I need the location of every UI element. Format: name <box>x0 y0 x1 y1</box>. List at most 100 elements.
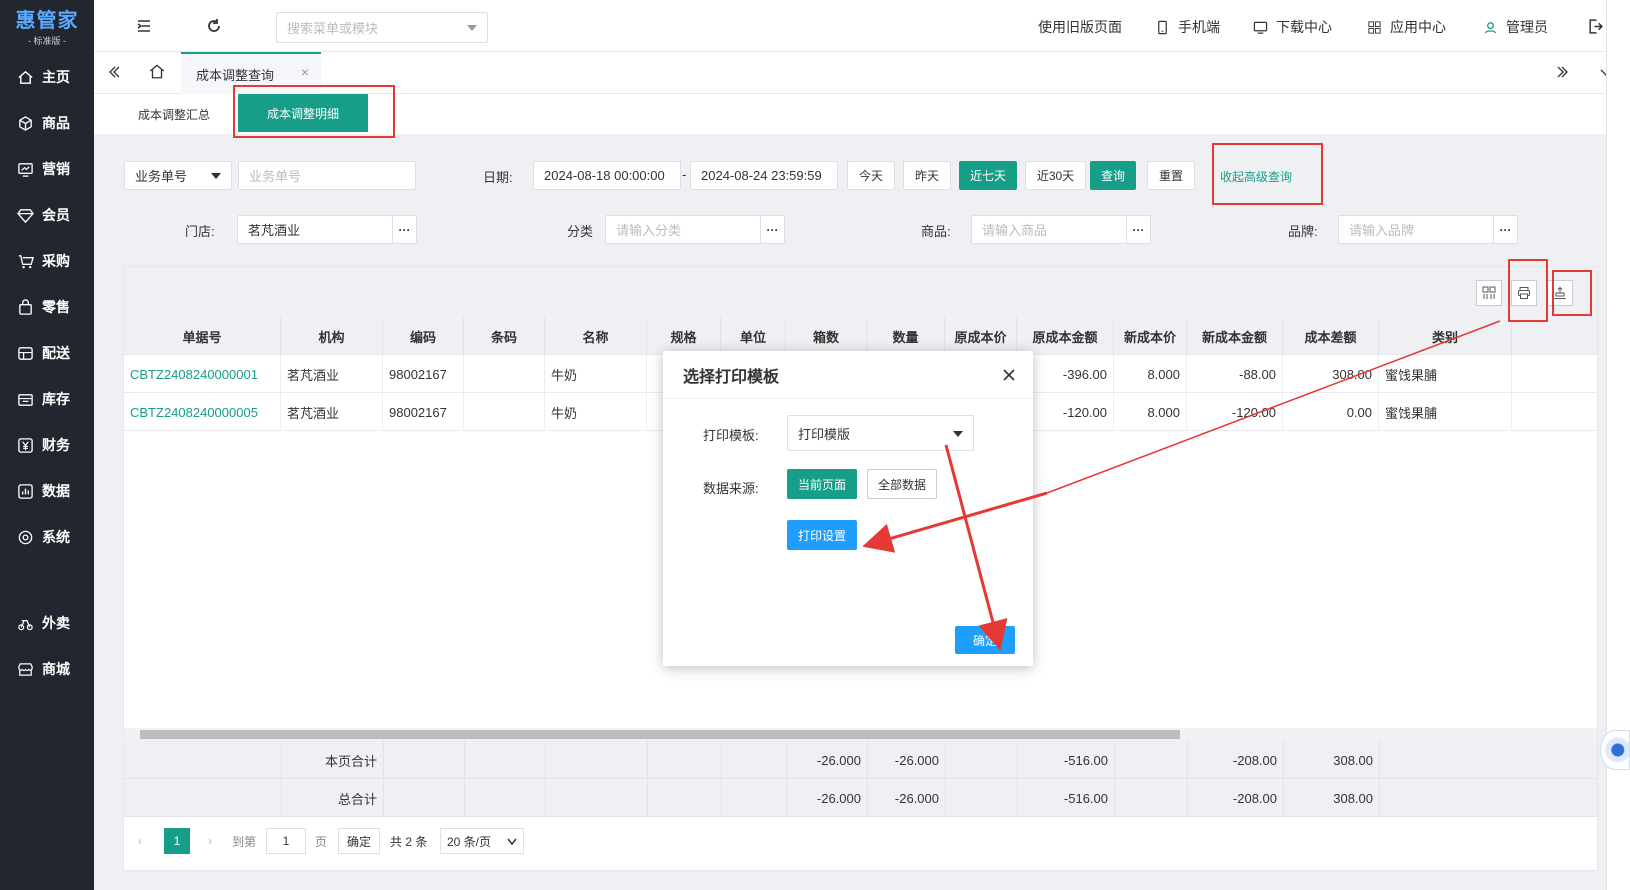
product-input[interactable]: 请输入商品 ··· <box>971 215 1151 244</box>
home-tab-icon[interactable] <box>148 62 166 80</box>
horizontal-scrollbar[interactable] <box>124 728 1597 741</box>
close-icon[interactable]: × <box>301 64 309 80</box>
sidebar-item-8[interactable]: 财务 <box>0 425 94 465</box>
print-settings-button[interactable]: 打印设置 <box>787 520 857 550</box>
annotation-box-collapse <box>1212 143 1323 205</box>
summary-cell: -26.000 <box>816 790 861 806</box>
column-header-0[interactable]: 单据号 <box>124 317 281 355</box>
tab-label: 成本调整查询 <box>196 67 275 83</box>
mobile-label: 手机端 <box>1178 19 1220 35</box>
column-header-1[interactable]: 机构 <box>281 317 383 355</box>
category-input[interactable]: 请输入分类 ··· <box>605 215 785 244</box>
reset-label: 重置 <box>1158 169 1183 183</box>
page-size-select[interactable]: 20 条/页 <box>440 828 524 854</box>
yesterday-button[interactable]: 昨天 <box>903 161 951 190</box>
last-7-days-button[interactable]: 近七天 <box>959 161 1017 190</box>
template-select[interactable]: 打印模版 <box>787 415 974 451</box>
last-30-days-button[interactable]: 近30天 <box>1025 161 1086 190</box>
column-header-10[interactable]: 原成本金额 <box>1017 317 1114 355</box>
double-chevron-right-icon[interactable] <box>1555 64 1571 80</box>
column-header-5[interactable]: 规格 <box>647 317 721 355</box>
more-icon[interactable]: ··· <box>1493 216 1517 243</box>
menu-toggle-icon[interactable] <box>134 16 154 36</box>
more-icon[interactable]: ··· <box>1126 216 1150 243</box>
more-icon[interactable]: ··· <box>760 216 784 243</box>
source-all-data-button[interactable]: 全部数据 <box>867 469 937 499</box>
table-cell <box>464 355 545 393</box>
table-cell: 牛奶 <box>545 393 647 431</box>
app-center-link[interactable]: 应用中心 <box>1367 17 1446 37</box>
assistant-bubble-icon[interactable] <box>1600 730 1630 770</box>
warehouse-icon <box>18 393 33 406</box>
column-header-7[interactable]: 箱数 <box>786 317 867 355</box>
app-logo[interactable]: 惠管家 - 标准版 - <box>0 0 94 50</box>
source-current-page-button[interactable]: 当前页面 <box>787 469 857 499</box>
column-header-14[interactable]: 类别 <box>1379 317 1512 355</box>
sidebar-item-5[interactable]: 零售 <box>0 287 94 327</box>
sidebar-item-4[interactable]: 采购 <box>0 241 94 281</box>
column-header-13[interactable]: 成本差额 <box>1283 317 1379 355</box>
doc-number-link[interactable]: CBTZ2408240000001 <box>124 355 281 393</box>
goto-label: 到第 <box>232 834 257 849</box>
table-cell: 308.00 <box>1283 355 1379 393</box>
logout-icon[interactable] <box>1587 18 1604 35</box>
chart-icon <box>18 162 33 177</box>
scrollbar-thumb[interactable] <box>140 730 1180 739</box>
sidebar-item-12[interactable]: 商城 <box>0 649 94 689</box>
sidebar-item-1[interactable]: 商品 <box>0 103 94 143</box>
mobile-link[interactable]: 手机端 <box>1155 17 1220 37</box>
admin-link[interactable]: 管理员 <box>1483 17 1548 37</box>
close-icon[interactable] <box>999 365 1019 385</box>
column-header-8[interactable]: 数量 <box>867 317 945 355</box>
subtab-summary[interactable]: 成本调整汇总 <box>138 94 210 134</box>
date-from-input[interactable]: 2024-08-18 00:00:00 <box>533 161 681 190</box>
more-icon[interactable]: ··· <box>392 216 416 243</box>
brand-input[interactable]: 请输入品牌 ··· <box>1338 215 1518 244</box>
sidebar-item-10[interactable]: 系统 <box>0 517 94 557</box>
today-button[interactable]: 今天 <box>847 161 895 190</box>
column-header-9[interactable]: 原成本价 <box>945 317 1017 355</box>
date-to-input[interactable]: 2024-08-24 23:59:59 <box>690 161 838 190</box>
sidebar-item-label: 零售 <box>42 299 70 315</box>
column-header-3[interactable]: 条码 <box>464 317 545 355</box>
table-cell <box>464 393 545 431</box>
grid-line <box>721 741 722 779</box>
old-version-link[interactable]: 使用旧版页面 <box>1038 17 1122 37</box>
sidebar-item-label: 会员 <box>42 207 70 223</box>
sidebar-item-3[interactable]: 会员 <box>0 195 94 235</box>
sidebar-item-label: 商品 <box>42 115 70 131</box>
column-header-6[interactable]: 单位 <box>721 317 786 355</box>
refresh-icon[interactable] <box>204 16 224 36</box>
doc-number-input[interactable]: 业务单号 <box>238 161 416 190</box>
prev-page-icon[interactable]: ‹ <box>138 828 142 854</box>
sidebar-item-7[interactable]: 库存 <box>0 379 94 419</box>
column-header-11[interactable]: 新成本价 <box>1114 317 1187 355</box>
column-settings-button[interactable] <box>1476 280 1502 306</box>
grid-line <box>1379 779 1380 817</box>
double-chevron-left-icon[interactable] <box>106 64 122 80</box>
column-header-2[interactable]: 编码 <box>383 317 464 355</box>
column-header-12[interactable]: 新成本金额 <box>1187 317 1283 355</box>
reset-button[interactable]: 重置 <box>1147 161 1195 190</box>
page-1-button[interactable]: 1 <box>164 828 190 854</box>
dialog-ok-button[interactable]: 确定 <box>955 626 1015 654</box>
grid-line <box>945 741 946 779</box>
sidebar-item-11[interactable]: 外卖 <box>0 603 94 643</box>
sidebar-item-9[interactable]: 数据 <box>0 471 94 511</box>
next-page-icon[interactable]: › <box>208 828 212 854</box>
download-center-link[interactable]: 下载中心 <box>1253 17 1332 37</box>
phone-icon <box>1158 20 1167 34</box>
sidebar-item-0[interactable]: 主页 <box>0 57 94 97</box>
doc-type-select[interactable]: 业务单号 <box>124 161 232 190</box>
column-header-4[interactable]: 名称 <box>545 317 647 355</box>
sidebar-item-6[interactable]: 配送 <box>0 333 94 373</box>
menu-search-input[interactable]: 搜索菜单或模块 <box>276 12 488 43</box>
goto-page-input[interactable]: 1 <box>266 828 306 854</box>
doc-number-link[interactable]: CBTZ2408240000005 <box>124 393 281 431</box>
goto-confirm-button[interactable]: 确定 <box>338 828 380 854</box>
dialog-title: 选择打印模板 <box>683 368 780 386</box>
sidebar-item-2[interactable]: 营销 <box>0 149 94 189</box>
category-placeholder: 请输入分类 <box>616 223 682 238</box>
query-button[interactable]: 查询 <box>1090 161 1136 190</box>
store-input[interactable]: 茗芃酒业 ··· <box>237 215 417 244</box>
